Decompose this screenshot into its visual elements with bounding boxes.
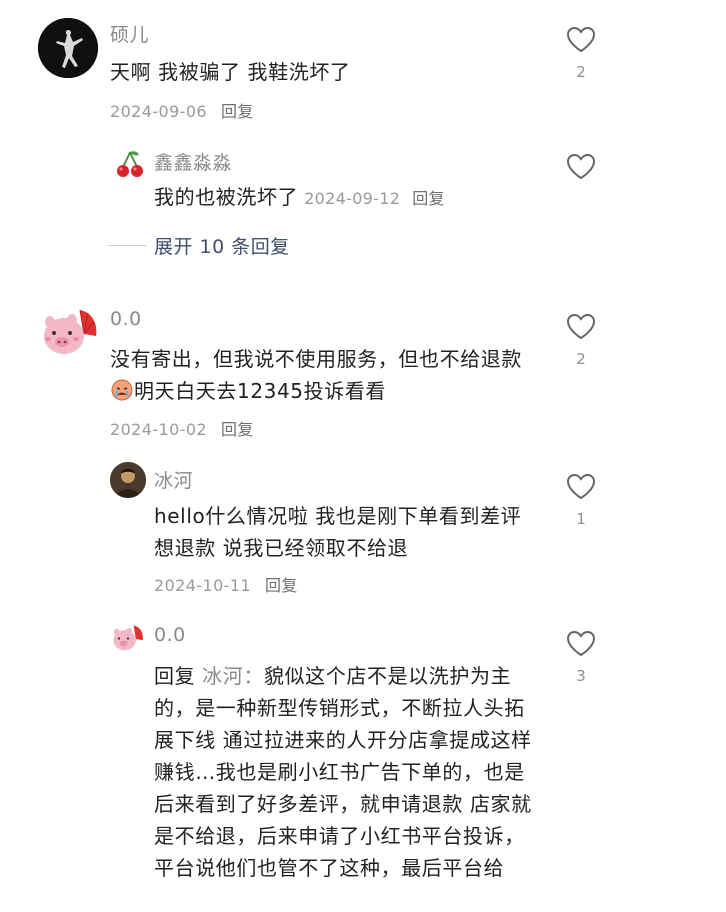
comment-date: 2024-10-02 bbox=[110, 420, 207, 439]
comment-username[interactable]: 0.0 bbox=[110, 308, 142, 330]
reply-username[interactable]: 0.0 bbox=[154, 624, 186, 646]
comment-meta: 2024-10-02 回复 bbox=[110, 416, 254, 440]
reply-button[interactable]: 回复 bbox=[221, 420, 254, 439]
heart-icon bbox=[566, 630, 596, 657]
heart-icon bbox=[566, 473, 596, 500]
reply-button[interactable]: 回复 bbox=[412, 189, 445, 208]
like-count: 2 bbox=[576, 350, 586, 368]
like-button[interactable]: 2 bbox=[561, 26, 601, 81]
comment-text: 没有寄出，但我说不使用服务，但也不给退款 bbox=[110, 347, 522, 371]
like-button[interactable]: 1 bbox=[561, 473, 601, 528]
user-avatar[interactable] bbox=[114, 148, 146, 180]
reply-text-block: 回复 冰河：貌似这个店不是以洗护为主的，是一种新型传销形式，不断拉人头拓展下线 … bbox=[154, 660, 538, 884]
reply-meta: 2024-09-12 回复 bbox=[304, 189, 445, 208]
reply-target-username[interactable]: 冰河： bbox=[202, 664, 264, 688]
like-count: 2 bbox=[576, 63, 586, 81]
expand-replies-label: 展开 10 条回复 bbox=[154, 235, 290, 258]
like-button[interactable]: 3 bbox=[561, 630, 601, 685]
reply-text-row: 我的也被洗坏了 2024-09-12 回复 bbox=[154, 181, 554, 215]
reply-button[interactable]: 回复 bbox=[221, 102, 254, 121]
reply-text: hello什么情况啦 我也是刚下单看到差评想退款 说我已经领取不给退 bbox=[154, 504, 522, 560]
comment-text-block: 没有寄出，但我说不使用服务，但也不给退款 明天白天去12345投诉看看 bbox=[110, 343, 540, 407]
pink-pig-fan-avatar bbox=[44, 309, 97, 354]
comment-text: 天啊 我被骗了 我鞋洗坏了 bbox=[110, 60, 351, 84]
reply-text: 貌似这个店不是以洗护为主的，是一种新型传销形式，不断拉人头拓展下线 通过拉进来的… bbox=[154, 664, 532, 880]
like-count: 3 bbox=[576, 667, 586, 685]
reply-button[interactable]: 回复 bbox=[265, 576, 298, 595]
reply-username[interactable]: 鑫鑫淼淼 bbox=[154, 148, 232, 175]
cherry-avatar bbox=[117, 151, 143, 177]
heart-icon bbox=[566, 26, 596, 53]
heart-icon bbox=[566, 153, 596, 180]
user-avatar[interactable] bbox=[38, 18, 98, 78]
reply-date: 2024-10-11 bbox=[154, 576, 251, 595]
expand-replies-button[interactable]: 展开 10 条回复 bbox=[108, 230, 290, 260]
comment-username[interactable]: 硕儿 bbox=[110, 20, 149, 47]
reply-meta: 2024-10-11 回复 bbox=[154, 572, 298, 596]
crying-face-emoji bbox=[111, 378, 133, 401]
like-count: 1 bbox=[576, 510, 586, 528]
user-avatar[interactable] bbox=[110, 622, 146, 656]
user-avatar[interactable] bbox=[38, 304, 102, 364]
reply-date: 2024-09-12 bbox=[304, 189, 401, 208]
like-button[interactable] bbox=[561, 153, 601, 180]
dancer-silhouette-avatar bbox=[38, 18, 98, 78]
reply-username[interactable]: 冰河 bbox=[154, 466, 193, 493]
expand-divider bbox=[108, 244, 146, 246]
reply-text: 我的也被洗坏了 bbox=[154, 185, 299, 209]
photo-avatar bbox=[110, 462, 146, 498]
like-button[interactable]: 2 bbox=[561, 313, 601, 368]
reply-prefix: 回复 bbox=[154, 664, 196, 688]
comment-date: 2024-09-06 bbox=[110, 102, 207, 121]
pink-pig-fan-avatar bbox=[113, 625, 143, 651]
user-avatar[interactable] bbox=[110, 462, 146, 498]
comment-meta: 2024-09-06 回复 bbox=[110, 98, 254, 122]
heart-icon bbox=[566, 313, 596, 340]
comment-text-continued: 明天白天去12345投诉看看 bbox=[134, 379, 387, 403]
